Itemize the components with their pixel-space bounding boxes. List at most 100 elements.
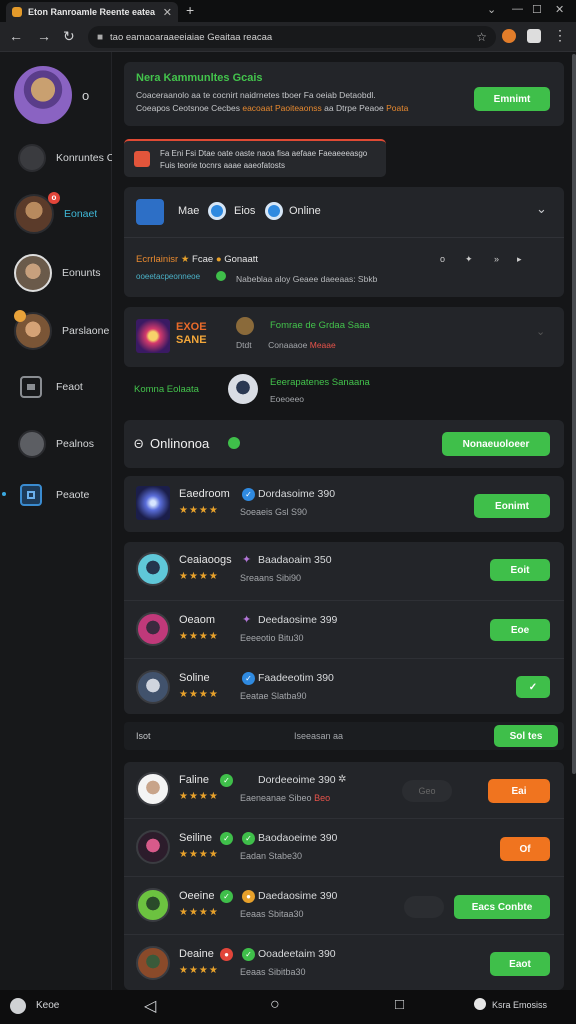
feature-sub-text: Dtdt <box>236 340 252 350</box>
chevron-down-icon[interactable]: ⌄ <box>536 201 547 217</box>
list-item: Faline ★★★★ ✓ Dordeeoime 390 ✲ Eaeneanae… <box>124 762 564 818</box>
submit-button[interactable]: Emnimt <box>474 87 550 111</box>
member-name[interactable]: Oeaom <box>179 614 215 626</box>
alert-line2: Fuis teorie tocnrs aaae aaeofatosts <box>160 161 285 170</box>
filter-mae[interactable]: Mae <box>178 205 199 217</box>
community-card: Mae Eios Online ⌄ Ecrrlainisr ★ Fcae ● G… <box>124 187 564 297</box>
pill[interactable] <box>404 896 444 918</box>
reload-icon[interactable]: ↻ <box>63 28 75 45</box>
sidebar-item-eonaet[interactable]: o Eonaet <box>14 192 112 234</box>
calendar-icon <box>20 376 42 398</box>
member-name[interactable]: Ceaiaoogs <box>179 554 232 566</box>
member-action-button[interactable]: Eaot <box>490 952 550 976</box>
main-content: Nera Kammunltes Gcais Coaceraanolo aa te… <box>112 52 576 990</box>
close-tab-icon[interactable]: ✕ <box>163 6 172 19</box>
member-action-button[interactable]: Of <box>500 837 550 861</box>
extension-icon[interactable] <box>527 29 541 43</box>
active-indicator <box>2 492 6 496</box>
home-nav-icon[interactable]: ○ <box>270 996 280 1014</box>
line2-text: Coeapos Ceotsnoe Cecbes <box>136 103 240 113</box>
browser-tab-strip: Eton Ranroamle Reente eatea ✕ + ⌄ — ☐ ✕ <box>0 0 576 22</box>
play-icon[interactable]: ▸ <box>517 254 522 265</box>
member-action-button[interactable]: Eonimt <box>474 494 550 518</box>
recents-nav-icon[interactable]: □ <box>395 996 404 1013</box>
back-nav-icon[interactable]: ◁ <box>144 996 156 1016</box>
lock-icon: ■ <box>97 31 104 43</box>
app-icon <box>136 199 164 225</box>
member-name[interactable]: Eaedroom <box>179 488 230 500</box>
accept-button[interactable]: ✓ <box>516 676 550 698</box>
filter-eios[interactable]: Eios <box>234 205 255 217</box>
member-action-button[interactable]: Eoe <box>490 619 550 641</box>
member-sub: Soeaeis Gsl S90 <box>240 507 308 517</box>
page-icon <box>20 484 42 506</box>
verified-icon: ✓ <box>220 832 233 845</box>
forward-icon[interactable]: → <box>37 28 51 44</box>
game-logo-icon <box>136 319 170 353</box>
sidebar-item-parslaone[interactable]: Parslaone <box>14 310 112 350</box>
online-section-title: Onlinonoa <box>150 436 210 451</box>
bookmark-star-icon[interactable]: ☆ <box>476 30 487 44</box>
forward-icon[interactable]: » <box>494 254 499 264</box>
chevron-down-icon[interactable]: ⌄ <box>487 3 496 16</box>
member-sub: Eeaas Sbitaa30 <box>240 909 304 919</box>
avatar <box>136 486 170 520</box>
sidebar-item-label: Peaote <box>56 489 90 501</box>
member-name[interactable]: Seiline <box>179 832 212 844</box>
maximize-icon[interactable]: ☐ <box>532 3 542 16</box>
option-icon[interactable]: o <box>440 254 445 264</box>
feature-sub-text: Conaaaoe <box>268 340 308 350</box>
divider <box>124 600 564 601</box>
member-name[interactable]: Oeeine <box>179 890 214 902</box>
chevron-icon[interactable]: ⌄ <box>536 325 545 338</box>
avatar <box>136 946 170 980</box>
browser-tab[interactable]: Eton Ranroamle Reente eatea ✕ <box>6 2 178 22</box>
rating-stars: ★★★★ <box>179 631 219 642</box>
welcome-line1: Coaceraanolo aa te cocnirt naidrnetes tb… <box>136 90 376 100</box>
filter-online[interactable]: Online <box>289 205 321 217</box>
welcome-card: Nera Kammunltes Gcais Coaceraanolo aa te… <box>124 62 564 126</box>
divider <box>124 818 564 819</box>
alert-line1: Fa Eni Fsi Dtae oate oaste naoa fisa aef… <box>160 149 368 158</box>
sidebar-item-konruntes[interactable]: Konruntes C <box>14 144 112 172</box>
section-divider-button[interactable]: Sol tes <box>494 725 558 747</box>
profile-avatar[interactable] <box>14 66 72 124</box>
rating-stars: ★★★★ <box>179 849 219 860</box>
avatar <box>14 254 52 292</box>
profile[interactable]: o <box>14 66 112 124</box>
member-name[interactable]: Faline <box>179 774 209 786</box>
online-action-button[interactable]: Nonaeuoloeer <box>442 432 550 456</box>
member-sub: Eeaas Sibitba30 <box>240 967 306 977</box>
section-divider-left: Isot <box>136 731 151 741</box>
welcome-line2: Coeapos Ceotsnoe Cecbes eacoaat Paoiteao… <box>136 103 408 113</box>
sidebar-item-feaot[interactable]: Feaot <box>14 376 112 398</box>
member-name[interactable]: Soline <box>179 672 210 684</box>
minimize-icon[interactable]: — <box>512 3 523 15</box>
home-app-icon[interactable] <box>10 998 26 1014</box>
invite-sub: Eoeoeeo <box>270 394 305 404</box>
list-item: Ceaiaoogs ★★★★ ✦ Baadaoaim 350 Sreaans S… <box>124 542 564 600</box>
sidebar-item-label: Feaot <box>56 381 83 393</box>
new-tab-icon[interactable]: + <box>186 2 194 18</box>
menu-icon[interactable]: ⋮ <box>553 27 567 44</box>
address-bar[interactable]: ■ tao eamaoaraaeeiaiae Geaitaa reacaa ☆ <box>88 26 496 48</box>
member-action-button[interactable]: Eai <box>488 779 550 803</box>
browser-toolbar: ← → ↻ ■ tao eamaoaraaeeiaiae Geaitaa rea… <box>0 22 576 52</box>
badge-icon: ● <box>220 948 233 961</box>
sparkle-icon[interactable]: ✦ <box>465 254 473 265</box>
divider <box>124 237 564 238</box>
member-name[interactable]: Deaine <box>179 948 214 960</box>
close-window-icon[interactable]: ✕ <box>555 3 564 16</box>
sidebar-item-pealnos[interactable]: Pealnos <box>14 430 112 458</box>
feature-card: EXOE SANE Fomrae de Grdaa Saaa Dtdt Cona… <box>124 307 564 367</box>
member-action-button[interactable]: Eacs Conbte <box>454 895 550 919</box>
member-action-button[interactable]: Eoit <box>490 559 550 581</box>
extension-icon[interactable] <box>502 29 516 43</box>
sidebar-item-peaote[interactable]: Peaote <box>14 484 112 506</box>
scrollbar[interactable] <box>572 54 576 774</box>
pill[interactable]: Geo <box>402 780 452 802</box>
sidebar-item-eonunts[interactable]: Eonunts <box>14 254 112 292</box>
logo-line: SANE <box>176 334 207 346</box>
rating-stars: ★★★★ <box>179 907 219 918</box>
back-icon[interactable]: ← <box>9 28 23 44</box>
